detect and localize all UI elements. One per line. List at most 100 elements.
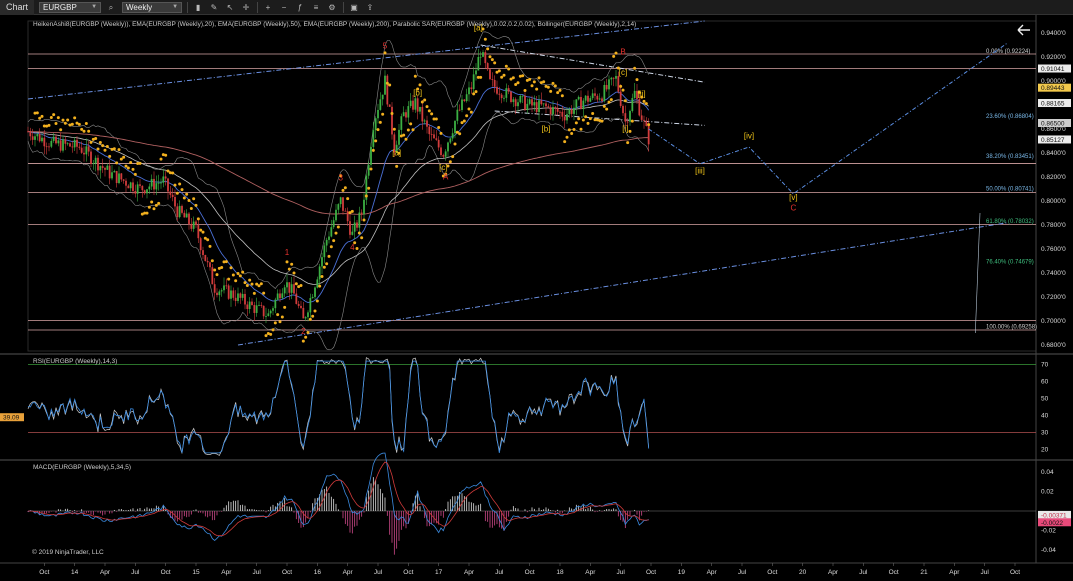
sar-dot	[301, 339, 305, 343]
candle-body	[465, 94, 468, 102]
time-axis-label: Jul	[495, 569, 504, 576]
sar-dot	[623, 99, 627, 103]
sar-dot	[633, 66, 637, 70]
sar-dot	[635, 78, 639, 82]
candle-body	[493, 79, 496, 87]
candle-body	[423, 120, 426, 122]
candle-body	[209, 262, 211, 268]
fibonacci-levels: 0.00% (0.92224) 23.60% (0.86804) 38.20% (0…	[986, 49, 1037, 331]
zoom-out-icon[interactable]: −	[278, 2, 290, 13]
wave-label: 1	[285, 248, 290, 257]
sar-dot	[259, 282, 263, 286]
sar-dot	[628, 129, 632, 133]
chart-area[interactable]: 0.00% (0.92224) 23.60% (0.86804) 38.20% (0…	[0, 15, 1073, 581]
candle-body	[141, 185, 144, 191]
toolbar-divider	[187, 1, 189, 13]
candle-body	[591, 93, 594, 99]
drawing-tool-icon[interactable]: ✎	[208, 2, 220, 13]
sar-dot	[535, 87, 539, 91]
candle-body	[258, 304, 260, 306]
candle-body	[605, 84, 608, 90]
crosshair-icon[interactable]: ✛	[240, 2, 252, 13]
wave-label: 5	[383, 42, 388, 51]
sar-dot	[528, 77, 532, 81]
properties-icon[interactable]: ⚙	[326, 2, 338, 13]
candle-body	[146, 189, 148, 194]
sar-dot	[500, 75, 504, 79]
time-axis-label: Oct	[525, 569, 535, 576]
sar-dot	[392, 127, 396, 131]
sar-dot	[70, 122, 74, 126]
wave-label: [c]	[439, 163, 447, 172]
sar-dot	[560, 94, 564, 98]
candle-body	[412, 100, 414, 110]
sar-dot	[588, 117, 592, 121]
sar-dot	[49, 115, 53, 119]
screenshot-icon[interactable]: ▣	[348, 2, 360, 13]
candle-body	[384, 75, 386, 95]
candle-body	[36, 133, 39, 137]
share-icon[interactable]: ⇪	[364, 2, 376, 13]
candle-body	[346, 211, 349, 222]
bollinger-lower	[27, 111, 649, 351]
sar-dot	[490, 58, 494, 62]
candle-body	[29, 131, 32, 137]
candle-body	[360, 212, 363, 215]
rsi-tick-label: 40	[1041, 413, 1049, 420]
wave-label: [c]	[619, 68, 627, 77]
sar-dot	[96, 147, 100, 151]
sar-dot	[273, 321, 277, 325]
bar-type-icon[interactable]: ▮	[192, 2, 204, 13]
sar-dot	[164, 153, 168, 157]
macd-panel: 0.040.02-0.02-0.04-0.00371-0.0022	[27, 452, 1071, 555]
candle-body	[38, 133, 41, 142]
sar-dot	[612, 54, 616, 58]
candle-body	[643, 119, 645, 121]
strategy-icon[interactable]: ≡	[310, 2, 322, 13]
bollinger-bands	[27, 31, 649, 351]
candle-body	[85, 146, 88, 155]
chart-canvas[interactable]: 0.00% (0.92224) 23.60% (0.86804) 38.20% (0…	[0, 15, 1073, 581]
candle-body	[118, 173, 120, 184]
chevron-down-icon: ▼	[172, 4, 179, 10]
candle-body	[561, 111, 564, 117]
indicators-icon[interactable]: ƒ	[294, 2, 306, 13]
pointer-icon[interactable]: ↖	[224, 2, 236, 13]
sar-dot	[479, 75, 483, 79]
sar-dot	[647, 123, 651, 127]
candle-body	[526, 103, 529, 111]
price-tick-label: 0.9400'0	[1041, 30, 1066, 37]
candle-body	[31, 136, 34, 140]
time-axis-label: Oct	[161, 569, 171, 576]
candle-body	[638, 98, 641, 116]
candle-body	[262, 305, 265, 317]
candle-body	[580, 96, 582, 109]
scroll-arrow	[1017, 24, 1030, 36]
price-tick-label: 0.8400'0	[1041, 150, 1066, 157]
candle-body	[104, 167, 106, 170]
search-icon[interactable]: ⌕	[105, 2, 117, 13]
sar-dot	[530, 84, 534, 88]
rsi-panel-label: RSI(EURGBP (Weekly),14,3)	[33, 358, 118, 365]
sar-dot	[54, 121, 58, 125]
sar-dot	[105, 144, 109, 148]
candle-body	[640, 115, 643, 120]
time-axis-label: 20	[799, 569, 807, 576]
sar-dot	[472, 92, 476, 96]
sar-dot	[378, 120, 382, 124]
candle-body	[414, 98, 417, 110]
instrument-selector[interactable]: EURGBP ▼	[39, 1, 102, 13]
candle-body	[223, 285, 225, 291]
candle-body	[76, 139, 78, 147]
period-selector[interactable]: Weekly ▼	[122, 1, 183, 13]
candle-body	[211, 267, 214, 285]
sar-dot	[388, 83, 392, 87]
candle-body	[197, 225, 200, 239]
candle-body	[372, 130, 375, 147]
zoom-in-icon[interactable]: +	[262, 2, 274, 13]
candle-body	[307, 312, 309, 318]
price-tick-label: 0.8200'0	[1041, 174, 1066, 181]
sar-dot	[626, 141, 630, 145]
sar-dot	[189, 206, 193, 210]
candle-body	[370, 146, 372, 165]
